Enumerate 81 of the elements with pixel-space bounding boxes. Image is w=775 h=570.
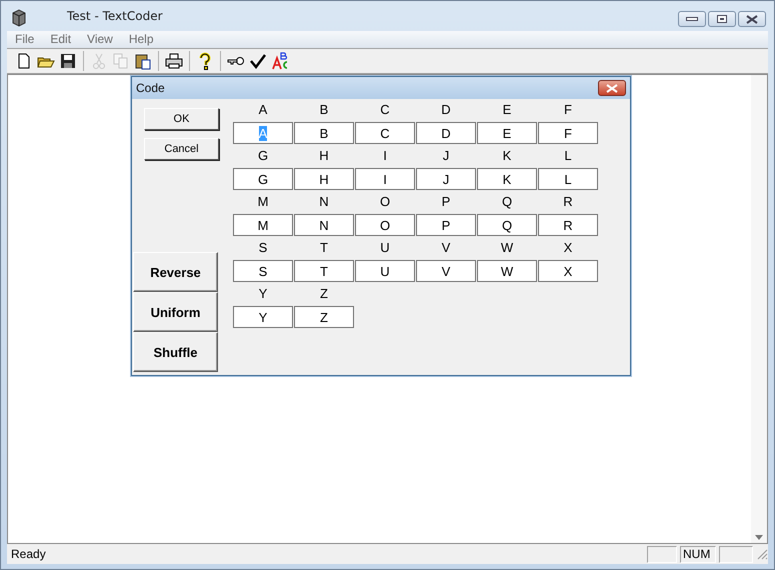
action-button[interactable]: Uniform	[133, 292, 218, 332]
letter-label: E	[502, 101, 512, 119]
letter-label: G	[256, 147, 270, 165]
status-pane	[719, 546, 753, 562]
letter-field[interactable]: S	[233, 260, 293, 282]
window-title: Test - TextCoder	[67, 9, 163, 23]
letter-field[interactable]: G	[233, 168, 293, 190]
letter-label: L	[563, 147, 573, 165]
letter-label: U	[379, 239, 391, 257]
letter-field[interactable]: J	[416, 168, 476, 190]
letter-field[interactable]: F	[538, 122, 598, 144]
letter-field[interactable]: M	[233, 214, 293, 236]
close-icon	[746, 14, 758, 24]
letter-field[interactable]: X	[538, 260, 598, 282]
action-button[interactable]: Reverse	[133, 252, 218, 292]
num-lock-indicator: NUM	[680, 546, 716, 562]
letter-label: T	[319, 239, 329, 257]
ok-button[interactable]: OK	[144, 108, 219, 130]
letter-field[interactable]: K	[477, 168, 537, 190]
letter-label: Z	[319, 285, 329, 303]
resize-grip-icon[interactable]	[756, 548, 768, 560]
letter-label: H	[318, 147, 330, 165]
letter-label: A	[258, 101, 268, 119]
letter-label: S	[258, 239, 268, 257]
letter-field[interactable]: I	[355, 168, 415, 190]
letter-label: W	[500, 239, 514, 257]
letter-label: K	[502, 147, 512, 165]
letter-field[interactable]: C	[355, 122, 415, 144]
letter-label: D	[440, 101, 452, 119]
letter-label: C	[379, 101, 391, 119]
letter-label: V	[440, 239, 452, 257]
letter-field[interactable]: O	[355, 214, 415, 236]
letter-label: X	[562, 239, 574, 257]
status-text: Ready	[11, 547, 46, 561]
action-button[interactable]: Shuffle	[133, 332, 218, 372]
printer-icon[interactable]	[165, 52, 183, 70]
letter-field[interactable]: V	[416, 260, 476, 282]
letter-field[interactable]: N	[294, 214, 354, 236]
letter-field[interactable]: Z	[294, 306, 354, 328]
letter-label: M	[256, 193, 270, 211]
letter-field[interactable]: T	[294, 260, 354, 282]
status-pane	[647, 546, 677, 562]
letter-field[interactable]: Y	[233, 306, 293, 328]
letter-field[interactable]: Q	[477, 214, 537, 236]
letter-field[interactable]: P	[416, 214, 476, 236]
menu-item[interactable]: Help	[120, 31, 162, 48]
cancel-button[interactable]: Cancel	[144, 138, 219, 160]
letter-label: R	[562, 193, 574, 211]
dialog-title: Code	[136, 81, 165, 95]
letter-label: B	[318, 101, 330, 119]
menu-item[interactable]: File	[7, 31, 42, 48]
letter-field[interactable]: U	[355, 260, 415, 282]
maximize-button[interactable]	[708, 11, 736, 27]
letter-label: N	[318, 193, 330, 211]
letter-label: I	[382, 147, 388, 165]
letter-field[interactable]: E	[477, 122, 537, 144]
letter-field[interactable]: H	[294, 168, 354, 190]
menu-item[interactable]: Edit	[42, 31, 80, 48]
minimize-icon	[686, 17, 698, 21]
letter-label: O	[378, 193, 392, 211]
letter-field[interactable]: D	[416, 122, 476, 144]
checkmark-icon[interactable]	[249, 52, 267, 70]
letter-label: Y	[258, 285, 268, 303]
spell-check-icon[interactable]	[271, 52, 289, 70]
letter-label: Q	[500, 193, 514, 211]
restore-icon	[717, 15, 727, 23]
letter-label: P	[440, 193, 452, 211]
scroll-down-icon[interactable]	[755, 535, 763, 540]
letter-field[interactable]: L	[538, 168, 598, 190]
letter-label: J	[442, 147, 450, 165]
paste-icon[interactable]	[134, 52, 152, 70]
app-icon	[11, 9, 27, 27]
letter-label: F	[563, 101, 573, 119]
menu-item[interactable]: View	[79, 31, 121, 48]
close-icon	[606, 84, 618, 92]
letter-field[interactable]: B	[294, 122, 354, 144]
letter-field[interactable]: R	[538, 214, 598, 236]
close-button[interactable]	[598, 80, 626, 96]
letter-field[interactable]: W	[477, 260, 537, 282]
minimize-button[interactable]	[678, 11, 706, 27]
close-button[interactable]	[738, 11, 766, 27]
